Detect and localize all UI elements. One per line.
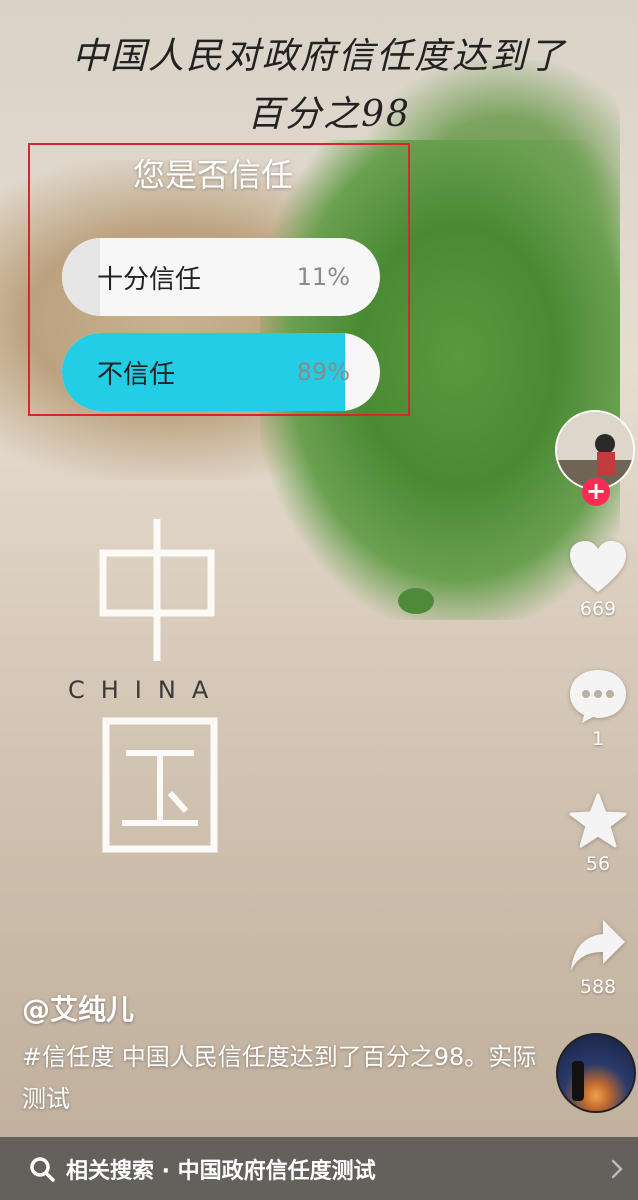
search-icon [30, 1156, 55, 1182]
zhong-character-graphic [99, 519, 215, 661]
share-button[interactable]: 588 [568, 918, 628, 998]
map-island [398, 588, 434, 614]
plus-icon: + [585, 477, 607, 505]
favorite-button[interactable]: 56 [568, 793, 628, 875]
poll-option-1-label: 十分信任 [97, 264, 202, 295]
star-icon [569, 793, 627, 848]
video-title-overlay: 中国人民对政府信任度达到了 百分之98 [0, 28, 638, 144]
favorite-count: 56 [585, 853, 611, 875]
title-line-1: 中国人民对政府信任度达到了 [71, 36, 566, 77]
disc-figure [572, 1061, 584, 1101]
follow-plus-button[interactable]: + [582, 478, 610, 506]
like-count: 669 [579, 598, 617, 620]
poll-option-1[interactable]: 十分信任 11% [62, 238, 380, 316]
music-disc[interactable] [556, 1033, 636, 1113]
poll-question: 您是否信任 [133, 156, 294, 194]
related-search-text: 相关搜索 · 中国政府信任度测试 [66, 1158, 376, 1184]
poll-option-2[interactable]: 不信任 89% [62, 333, 380, 411]
poll-option-1-percent: 11% [296, 263, 350, 291]
china-label: CHINA [68, 676, 225, 704]
comment-count: 1 [591, 728, 605, 750]
title-line-2: 百分之98 [247, 94, 411, 135]
comment-icon [570, 670, 626, 723]
share-count: 588 [579, 976, 617, 998]
poll-option-2-label: 不信任 [97, 359, 176, 390]
guo-character-graphic [102, 717, 218, 853]
poll-option-2-percent: 89% [296, 358, 350, 386]
post-description[interactable]: #信任度 中国人民信任度达到了百分之98。实际测试 [22, 1036, 542, 1120]
related-search-bar[interactable]: 相关搜索 · 中国政府信任度测试 [0, 1137, 638, 1200]
heart-icon [570, 541, 626, 592]
like-button[interactable]: 669 [568, 540, 628, 620]
comment-button[interactable]: 1 [568, 668, 628, 750]
share-icon [571, 920, 625, 970]
poll-option-1-fill [62, 238, 101, 316]
author-name[interactable]: @艾纯儿 [22, 988, 134, 1028]
chevron-right-icon [611, 1159, 623, 1178]
